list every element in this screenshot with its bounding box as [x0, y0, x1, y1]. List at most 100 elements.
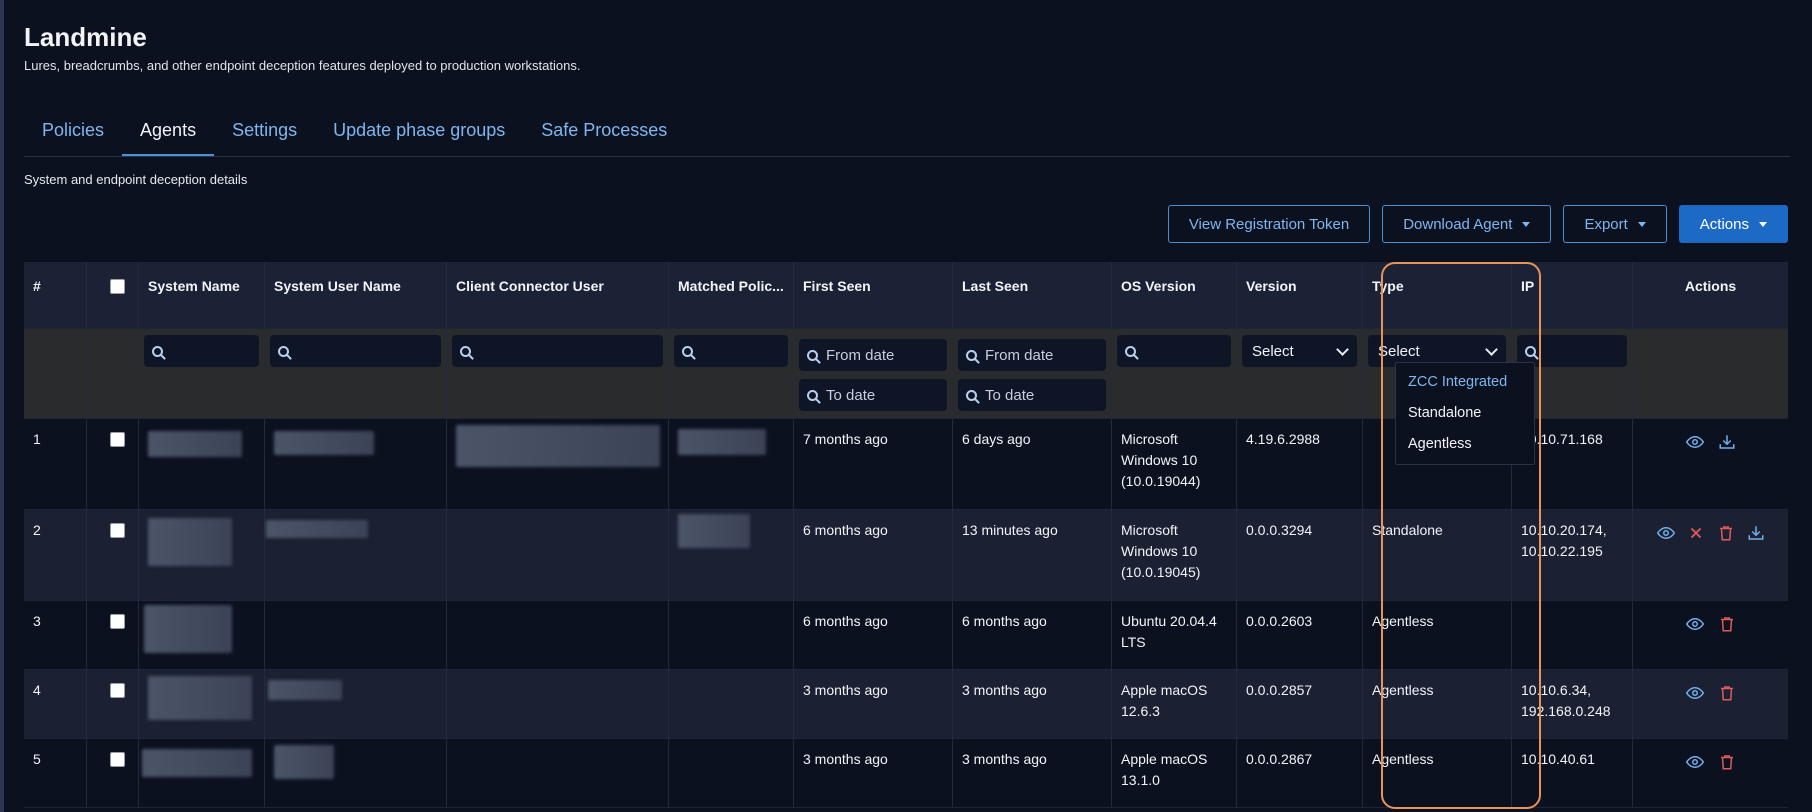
col-header-last-seen[interactable]: Last Seen	[953, 262, 1112, 328]
redacted-value	[142, 749, 252, 777]
type-option-agentless[interactable]: Agentless	[1396, 429, 1534, 460]
os-version-filter-input[interactable]	[1117, 335, 1231, 367]
actions-cell	[1633, 510, 1788, 600]
client-connector-user-filter-input[interactable]	[452, 335, 663, 367]
col-header-ip[interactable]: IP	[1512, 262, 1633, 328]
last-seen-cell: 3 months ago	[953, 739, 1112, 807]
version-filter-select[interactable]: Select	[1242, 335, 1357, 367]
version-cell: 0.0.0.3294	[1237, 510, 1363, 600]
last-seen-cell: 13 minutes ago	[953, 510, 1112, 600]
trash-icon[interactable]	[1717, 524, 1735, 542]
export-label: Export	[1584, 215, 1628, 233]
trash-icon[interactable]	[1718, 684, 1736, 702]
actions-button[interactable]: Actions	[1678, 205, 1788, 243]
tab-safe-processes[interactable]: Safe Processes	[523, 112, 685, 155]
download-icon[interactable]	[1718, 433, 1736, 451]
page-subtitle: Lures, breadcrumbs, and other endpoint d…	[24, 58, 581, 73]
first-seen-cell: 6 months ago	[794, 510, 953, 600]
eye-icon[interactable]	[1685, 684, 1704, 702]
col-header-os-version[interactable]: OS Version	[1112, 262, 1237, 328]
eye-icon[interactable]	[1685, 753, 1704, 771]
col-header-type[interactable]: Type	[1363, 262, 1512, 328]
redacted-value	[148, 518, 232, 566]
client-connector-user-cell	[447, 510, 669, 600]
col-header-system-name[interactable]: System Name	[139, 262, 265, 328]
redacted-value	[274, 745, 334, 779]
col-header-system-user-name[interactable]: System User Name	[265, 262, 447, 328]
eye-icon[interactable]	[1685, 433, 1704, 451]
trash-icon[interactable]	[1718, 753, 1736, 771]
last-seen-from-date-input[interactable]: From date	[958, 339, 1106, 371]
close-icon[interactable]	[1687, 524, 1705, 542]
first-seen-to-date-input[interactable]: To date	[799, 379, 947, 411]
last-seen-cell: 3 months ago	[953, 670, 1112, 738]
chevron-down-icon	[1485, 342, 1498, 356]
col-header-first-seen[interactable]: First Seen	[794, 262, 953, 328]
type-option-standalone[interactable]: Standalone	[1396, 398, 1534, 429]
col-header-actions: Actions	[1684, 278, 1737, 294]
filter-cell	[265, 329, 447, 418]
type-cell: Standalone	[1363, 510, 1512, 600]
ip-cell	[1512, 601, 1633, 669]
search-icon	[807, 349, 818, 361]
version-cell: 0.0.0.2857	[1237, 670, 1363, 738]
row-checkbox[interactable]	[110, 683, 125, 698]
caret-down-icon	[1522, 221, 1531, 227]
col-header-version[interactable]: Version	[1237, 262, 1363, 328]
view-registration-token-button[interactable]: View Registration Token	[1167, 205, 1371, 243]
row-select-cell	[87, 510, 139, 600]
select-all-checkbox[interactable]	[110, 279, 125, 294]
row-checkbox[interactable]	[110, 523, 125, 538]
col-header-client-connector-user[interactable]: Client Connector User	[447, 262, 669, 328]
system-user-name-cell	[265, 510, 447, 600]
ip-cell: 10.10.6.34, 192.168.0.248	[1512, 670, 1633, 738]
row-select-cell	[87, 601, 139, 669]
ip-cell: 10.10.20.174, 10.10.22.195	[1512, 510, 1633, 600]
tab-policies[interactable]: Policies	[24, 112, 122, 155]
download-icon[interactable]	[1747, 524, 1765, 542]
actions-cell	[1633, 601, 1788, 669]
system-name-filter-input[interactable]	[144, 335, 259, 367]
type-cell: Agentless	[1363, 739, 1512, 807]
page-title: Landmine	[24, 22, 147, 52]
client-connector-user-cell	[447, 739, 669, 807]
eye-icon[interactable]	[1656, 524, 1675, 542]
row-number: 5	[24, 739, 87, 807]
os-version-cell: Microsoft Windows 10 (10.0.19044)	[1112, 419, 1237, 509]
search-icon	[1125, 345, 1136, 357]
view-token-label: View Registration Token	[1188, 215, 1350, 233]
filter-cell	[139, 329, 265, 418]
first-seen-from-date-input[interactable]: From date	[799, 339, 947, 371]
row-number: 2	[24, 510, 87, 600]
tab-update-phase-groups[interactable]: Update phase groups	[315, 112, 523, 155]
download-agent-label: Download Agent	[1403, 215, 1513, 233]
tab-settings[interactable]: Settings	[214, 112, 315, 155]
table-row: 2 6 months ago 13 minutes ago Microsoft …	[24, 510, 1788, 601]
system-user-name-filter-input[interactable]	[270, 335, 441, 367]
system-name-cell	[139, 419, 265, 509]
row-checkbox[interactable]	[110, 752, 125, 767]
row-number: 1	[24, 419, 87, 509]
tab-agents[interactable]: Agents	[122, 112, 215, 156]
window-edge	[0, 0, 4, 812]
export-button[interactable]: Export	[1563, 205, 1667, 243]
table-header-row: # System Name System User Name Client Co…	[24, 262, 1788, 329]
filter-cell: From date To date	[953, 329, 1112, 418]
matched-policy-cell	[669, 510, 794, 600]
system-user-name-cell	[265, 670, 447, 738]
last-seen-to-date-input[interactable]: To date	[958, 379, 1106, 411]
row-checkbox[interactable]	[110, 432, 125, 447]
type-cell: Agentless	[1363, 670, 1512, 738]
matched-policy-filter-input[interactable]	[674, 335, 788, 367]
caret-down-icon	[1759, 221, 1767, 227]
download-agent-button[interactable]: Download Agent	[1382, 205, 1552, 243]
row-checkbox[interactable]	[110, 614, 125, 629]
version-cell: 0.0.0.2603	[1237, 601, 1363, 669]
eye-icon[interactable]	[1685, 615, 1704, 633]
trash-icon[interactable]	[1718, 615, 1736, 633]
redacted-value	[274, 431, 374, 455]
first-seen-cell: 3 months ago	[794, 739, 953, 807]
col-header-matched-policy[interactable]: Matched Polic...	[669, 262, 794, 328]
type-option-zcc-integrated[interactable]: ZCC Integrated	[1396, 367, 1534, 398]
matched-policy-cell	[669, 670, 794, 738]
